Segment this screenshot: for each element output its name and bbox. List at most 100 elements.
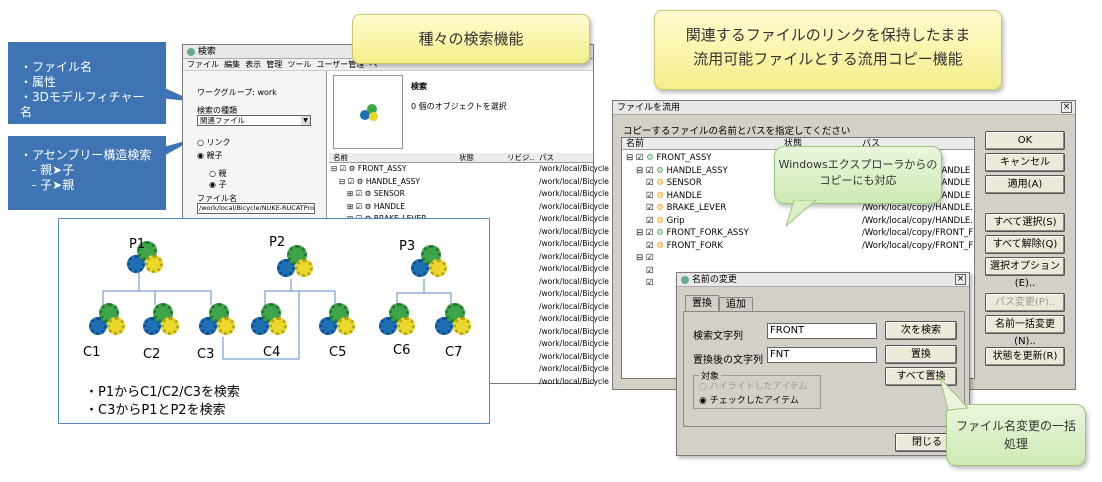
window-title: 検索: [197, 47, 216, 57]
instruction-text: コピーするファイルの名前とパスを指定してください: [623, 126, 851, 137]
callout-text: Windowsエクスプローラからの: [778, 158, 938, 171]
search-string-input[interactable]: FRONT: [767, 323, 877, 339]
row-path: /work/local/Bicycle: [539, 214, 609, 223]
radio-link[interactable]: ○ リンク: [197, 137, 231, 148]
assembly-gear-icon: [360, 104, 378, 122]
tree-row[interactable]: ⊞ ☑ ⚙ HANDLE/work/local/Bicycle: [331, 201, 609, 214]
column-name[interactable]: 名前: [626, 138, 644, 150]
diagram-note: ・P1からC1/C2/C3を検索: [85, 385, 240, 400]
row-name: FRONT_FORK_ASSY: [666, 228, 749, 238]
label-c7: C7: [445, 345, 463, 360]
menu-item[interactable]: 管理: [266, 60, 282, 69]
result-list-header: 名前 状態 リビジ.. パス: [329, 153, 593, 163]
radio-parent-child[interactable]: ◉ 親子: [197, 150, 223, 161]
replace-button[interactable]: 置換: [885, 345, 957, 364]
select-all-button[interactable]: すべて選択(S): [985, 213, 1065, 232]
ok-button[interactable]: OK: [985, 131, 1065, 150]
row-path: /work/local/Bicycle: [539, 226, 609, 236]
tree-row[interactable]: ☑ ⚙ FRONT_FORK/Work/local/copy/FRONT_F: [622, 240, 974, 253]
menu-item[interactable]: ファイル: [187, 60, 219, 69]
radio-parent[interactable]: ○ 親: [209, 168, 227, 179]
part-icon: ⚙: [656, 203, 664, 213]
callout-line: ・ファイル名: [20, 60, 93, 74]
column-path[interactable]: パス: [539, 153, 554, 163]
row-name: FRONT_ASSY: [656, 153, 712, 163]
assembly-gear-icon: [143, 303, 183, 343]
row-name: BRAKE_LEVER: [666, 203, 727, 213]
radio-checked[interactable]: ◉ チェックしたアイテム: [699, 393, 799, 406]
copy-window-titlebar[interactable]: ファイルを流用 ×: [613, 101, 1075, 115]
workgroup-label: ワークグループ: work: [197, 88, 277, 97]
tab-add-label: 追加: [726, 299, 746, 310]
label-c6: C6: [393, 343, 411, 358]
assembly-diagram: P1 P2 P3 C1 C2 C3 C4 C5 C6 C7 ・P1からC1/C2…: [58, 218, 490, 424]
search-string-value: FRONT: [770, 325, 805, 336]
row-name: HANDLE: [373, 201, 405, 211]
tree-row[interactable]: ⊟ ☑ ⚙ HANDLE_ASSY/work/local/Bicycle: [331, 176, 609, 189]
callout-reuse-copy: 関連するファイルのリンクを保持したまま 流用可能ファイルとする流用コピー機能: [654, 10, 1002, 90]
close-icon[interactable]: ×: [955, 274, 966, 285]
filename-input[interactable]: /work/local/Bicycle/NUKE-RUCATProd: [197, 203, 315, 214]
deselect-all-button[interactable]: すべて解除(Q): [985, 235, 1065, 254]
radio-link-label: リンク: [206, 138, 231, 147]
replace-string-input[interactable]: FNT: [767, 347, 877, 363]
callout-pointer: [786, 200, 817, 227]
part-icon: ⚙: [656, 178, 664, 188]
radio-highlighted[interactable]: ○ ハイライトしたアイテム: [699, 379, 808, 392]
menu-item[interactable]: 表示: [245, 60, 261, 69]
callout-explorer: Windowsエクスプローラからの コピーにも対応: [774, 146, 942, 204]
tab-add[interactable]: 追加: [719, 297, 753, 311]
column-name[interactable]: 名前: [333, 153, 348, 163]
update-status-button[interactable]: 状態を更新(R): [985, 347, 1065, 366]
replace-string-label: 置換後の文字列: [693, 355, 763, 366]
row-path: /work/local/Bicycle: [539, 276, 609, 286]
replace-string-value: FNT: [770, 349, 790, 360]
assembly-gear-icon: [379, 303, 419, 343]
menu-item[interactable]: ツール: [287, 60, 311, 69]
assembly-gear-icon: [277, 245, 317, 285]
select-options-button[interactable]: 選択オプション(E)..: [985, 257, 1065, 289]
tree-row[interactable]: ⊟ ☑: [622, 252, 974, 265]
find-next-button[interactable]: 次を検索: [885, 321, 957, 340]
radio-child-label: 子: [218, 180, 227, 189]
row-path: /work/local/Bicycle: [539, 189, 609, 198]
callout-line: - 子➤親: [20, 178, 75, 192]
path-change-button[interactable]: パス変更(P)..: [985, 293, 1065, 312]
assembly-gear-icon: ⚙: [656, 228, 664, 238]
cancel-button[interactable]: キャンセル: [985, 153, 1065, 172]
window-title: ファイルを流用: [617, 103, 681, 113]
radio-highlighted-label: ハイライトしたアイテム: [709, 382, 808, 392]
row-path: /work/local/Bicycle: [539, 164, 609, 173]
callout-line: ・属性: [20, 75, 57, 89]
tree-row[interactable]: ⊞ ☑ ⚙ SENSOR/work/local/Bicycle: [331, 188, 609, 201]
assembly-gear-icon: [411, 245, 451, 285]
row-path: /work/local/Bicycle: [539, 251, 609, 261]
label-c4: C4: [263, 345, 281, 360]
column-status[interactable]: 状態: [459, 153, 474, 163]
rename-dialog-titlebar[interactable]: 名前の変更 ×: [677, 273, 969, 287]
radio-child[interactable]: ◉ 子: [209, 179, 227, 190]
assembly-gear-icon: [199, 303, 239, 343]
callout-text: 流用可能ファイルとする流用コピー機能: [693, 50, 963, 68]
bulk-rename-button[interactable]: 名前一括変更(N)..: [985, 315, 1065, 347]
menu-item[interactable]: 編集: [224, 60, 240, 69]
radio-checked-label: チェックしたアイテム: [709, 396, 799, 406]
column-revision[interactable]: リビジ..: [507, 153, 534, 163]
tab-replace[interactable]: 置換: [685, 295, 719, 311]
part-icon: ⚙: [656, 215, 664, 226]
dialog-title: 名前の変更: [691, 275, 737, 285]
part-icon: ⚙: [656, 240, 664, 251]
search-type-value: 関連ファイル: [200, 116, 245, 125]
callout-line: ・3Dモデルフィチャー名: [20, 90, 145, 119]
row-path: /work/local/Bicycle: [539, 201, 609, 211]
callout-text: 処理: [1003, 437, 1028, 451]
search-type-select[interactable]: 関連ファイル ▼: [197, 115, 311, 126]
apply-button[interactable]: 適用(A): [985, 175, 1065, 194]
callout-pointer: [939, 378, 970, 411]
row-path: /Work/local/copy/FRONT_F: [862, 240, 974, 251]
label-p1: P1: [129, 237, 146, 252]
row-path: /work/local/Bicycle: [539, 239, 609, 248]
tree-row[interactable]: ⊟ ☑ ⚙ FRONT_ASSY/work/local/Bicycle: [331, 163, 609, 176]
close-icon[interactable]: ×: [1061, 102, 1072, 113]
callout-assembly-search: ・アセンブリー構造検索 - 親➤子 - 子➤親: [8, 136, 166, 210]
